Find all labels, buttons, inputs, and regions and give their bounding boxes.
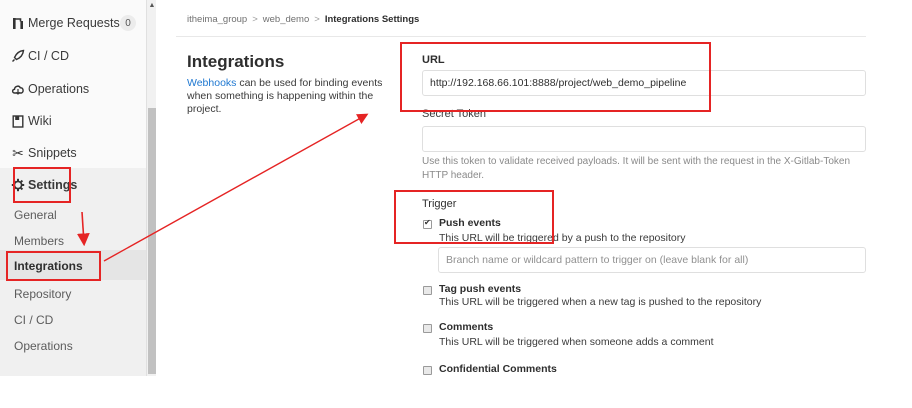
book-icon [10, 113, 26, 129]
sidebar-item-ci-cd[interactable]: CI / CD [0, 41, 146, 71]
breadcrumb-current[interactable]: Integrations Settings [325, 14, 419, 25]
scroll-thumb[interactable] [148, 108, 156, 374]
branch-filter-input[interactable]: Branch name or wildcard pattern to trigg… [438, 247, 866, 273]
page-title: Integrations [187, 52, 285, 71]
comments-desc: This URL will be triggered when someone … [439, 336, 714, 348]
branch-filter-placeholder: Branch name or wildcard pattern to trigg… [446, 254, 749, 266]
secret-token-input[interactable] [422, 126, 866, 152]
sidebar-scrollbar[interactable]: ▲ [146, 0, 156, 376]
sidebar-item-label: Operations [28, 82, 90, 96]
sidebar-subitem-repository[interactable]: Repository [14, 287, 71, 301]
sidebar-item-label: Wiki [28, 114, 52, 128]
sidebar-subitem-members[interactable]: Members [14, 234, 64, 248]
breadcrumb: itheima_group > web_demo > Integrations … [187, 14, 419, 25]
page-description: Webhooks can be used for binding events … [187, 77, 387, 116]
sidebar-item-label: Merge Requests [28, 16, 120, 30]
sidebar-item-snippets[interactable]: ✂ Snippets [0, 138, 146, 168]
confidential-comments-checkbox[interactable] [423, 366, 432, 375]
comments-title: Comments [439, 321, 494, 333]
sidebar-subitem-ci-cd[interactable]: CI / CD [14, 313, 53, 327]
annotation-box-url [400, 42, 711, 112]
secret-token-help: Use this token to validate received payl… [422, 156, 851, 181]
breadcrumb-project[interactable]: web_demo [263, 14, 309, 25]
breadcrumb-group[interactable]: itheima_group [187, 14, 247, 25]
annotation-box-trigger [394, 190, 554, 244]
rocket-icon [10, 48, 26, 64]
annotation-box-settings [13, 167, 71, 203]
webhooks-link[interactable]: Webhooks [187, 77, 236, 89]
cloud-icon [10, 81, 26, 97]
sidebar-subitem-general[interactable]: General [14, 208, 57, 222]
sidebar-item-wiki[interactable]: Wiki [0, 106, 146, 136]
comments-checkbox[interactable] [423, 324, 432, 333]
sidebar-item-label: Snippets [28, 146, 77, 160]
sidebar-item-label: CI / CD [28, 49, 69, 63]
confidential-comments-title: Confidential Comments [439, 363, 557, 375]
tag-push-events-title: Tag push events [439, 283, 522, 295]
sidebar-item-operations[interactable]: Operations [0, 74, 146, 104]
breadcrumb-divider [176, 36, 866, 37]
tag-push-events-desc: This URL will be triggered when a new ta… [439, 296, 762, 308]
sidebar-item-merge-requests[interactable]: Merge Requests 0 [0, 8, 146, 38]
count-badge: 0 [120, 15, 136, 31]
breadcrumb-separator: > [314, 14, 320, 25]
scroll-up-arrow-icon[interactable]: ▲ [148, 2, 156, 10]
tag-push-events-checkbox[interactable] [423, 286, 432, 295]
sidebar-subitem-operations[interactable]: Operations [14, 339, 73, 353]
breadcrumb-separator: > [252, 14, 258, 25]
merge-request-icon [10, 15, 26, 31]
annotation-box-integrations [6, 251, 101, 281]
scissors-icon: ✂ [12, 144, 24, 161]
